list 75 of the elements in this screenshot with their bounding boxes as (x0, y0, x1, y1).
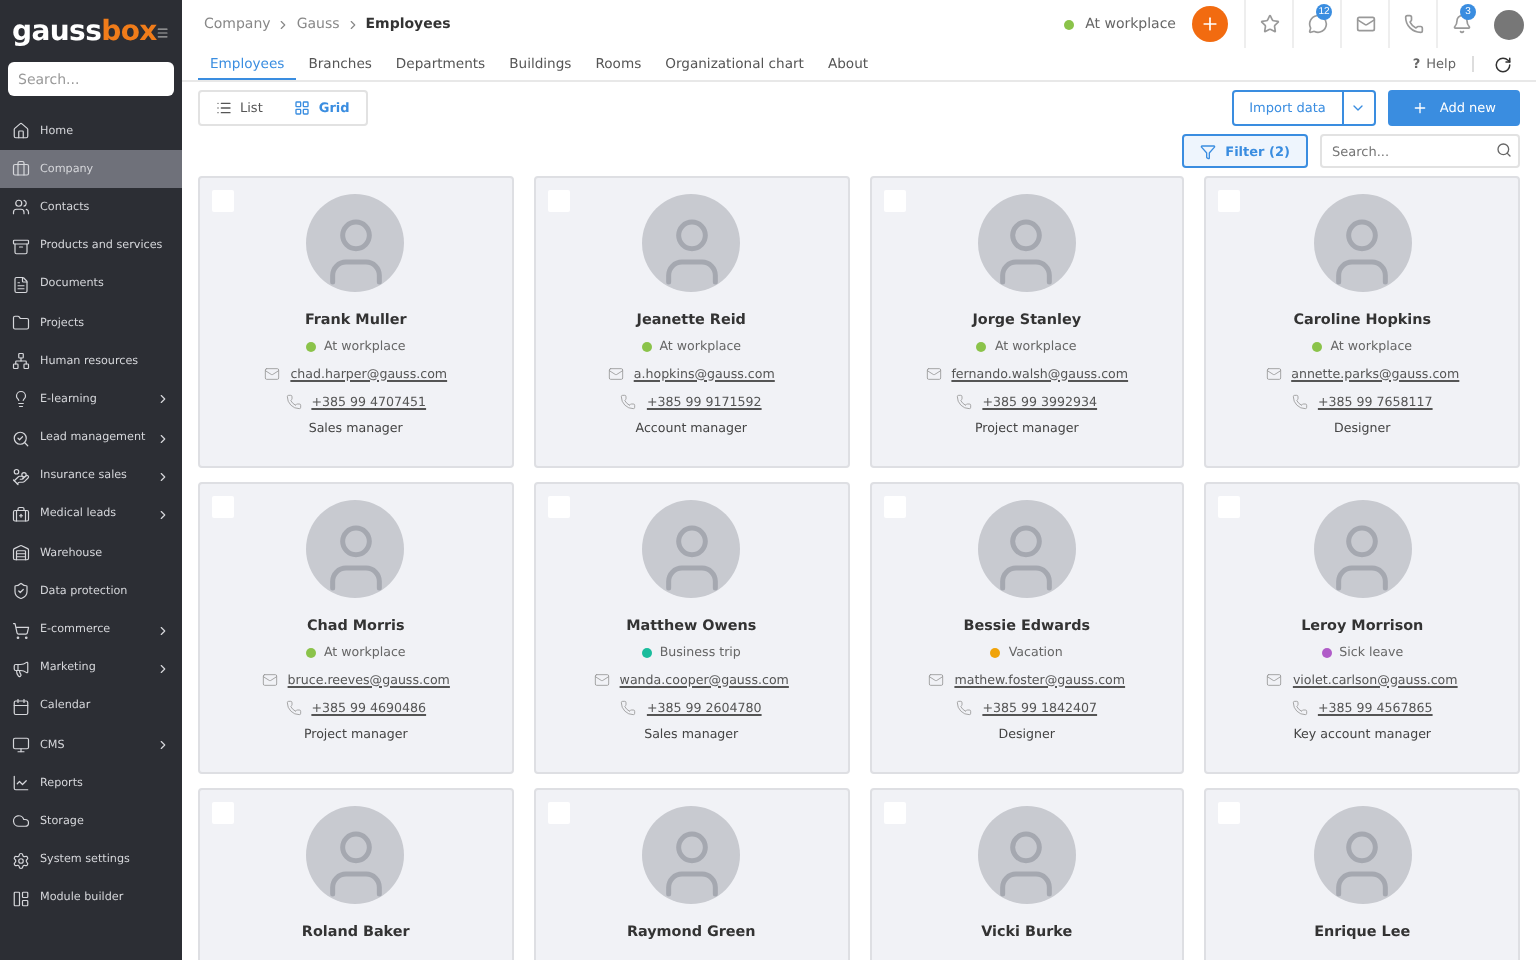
phone-icon (956, 394, 973, 410)
chevron-right-icon (345, 17, 360, 31)
menu-item-icon (12, 544, 30, 563)
mail-icon (261, 672, 278, 688)
menu-item-icon (12, 774, 30, 793)
grid-icon (294, 100, 311, 116)
menu-item-icon (12, 122, 30, 141)
bell-icon (1451, 14, 1471, 34)
avatar-placeholder (977, 500, 1076, 598)
mail-icon (607, 366, 624, 382)
phone-icon (620, 700, 637, 716)
menu-item-icon (12, 889, 30, 908)
phone-icon (1403, 14, 1423, 34)
mail-icon (1265, 366, 1282, 382)
mail-icon (593, 672, 610, 688)
avatar-placeholder (1313, 806, 1412, 904)
menu-item-icon (12, 467, 30, 486)
phone-icon (285, 394, 302, 410)
avatar-placeholder (306, 194, 405, 292)
chevron-right-icon (156, 507, 170, 522)
caret-icon (1350, 100, 1367, 116)
avatar-placeholder (1313, 194, 1412, 292)
avatar-placeholder (306, 806, 405, 904)
menu-item-icon (12, 736, 30, 755)
chevron-right-icon (156, 623, 170, 638)
mail-icon (264, 366, 281, 382)
menu-item-icon (12, 505, 30, 524)
menu-item-icon (12, 429, 30, 448)
menu-item-icon (12, 659, 30, 678)
chevron-right-icon (156, 469, 170, 484)
phone-icon (956, 700, 973, 716)
mail-icon (925, 366, 942, 382)
mail-icon (1266, 672, 1283, 688)
phone-icon (1291, 700, 1308, 716)
avatar-placeholder (1313, 500, 1412, 598)
avatar-placeholder (306, 500, 405, 598)
user-avatar[interactable] (1494, 9, 1524, 39)
dropdown-button[interactable] (1343, 90, 1376, 126)
refresh-icon (1494, 55, 1512, 73)
mail-icon (1355, 14, 1375, 34)
chevron-right-icon (156, 431, 170, 446)
chevron-right-icon (156, 661, 170, 676)
menu-item-icon (12, 352, 30, 371)
phone-icon (620, 394, 637, 410)
menu-icon[interactable] (156, 23, 170, 41)
menu-item-icon (12, 812, 30, 831)
star-icon (1259, 14, 1279, 34)
menu-item-icon (12, 198, 30, 217)
chevron-right-icon (156, 392, 170, 407)
phone-icon (285, 700, 302, 716)
avatar-placeholder (642, 500, 741, 598)
chevron-right-icon (276, 17, 291, 31)
search-icon[interactable] (1496, 142, 1512, 158)
menu-item-icon (12, 621, 30, 640)
chevron-right-icon (156, 738, 170, 753)
list-icon (216, 100, 232, 116)
logo: gaussbox (12, 16, 157, 48)
chat-icon (1307, 14, 1327, 34)
filter-icon (1199, 143, 1216, 159)
avatar-placeholder (977, 194, 1076, 292)
menu-item-icon (12, 237, 30, 256)
plus-icon (1411, 100, 1428, 116)
menu-item-icon (12, 314, 30, 333)
plus-icon (1200, 14, 1220, 34)
menu-item-icon (12, 851, 30, 870)
add-button[interactable] (1192, 6, 1228, 42)
avatar-placeholder (977, 806, 1076, 904)
avatar-placeholder (642, 806, 741, 904)
menu-item-icon (12, 582, 30, 601)
mail-icon (928, 672, 945, 688)
avatar-placeholder (642, 194, 741, 292)
menu-item-icon (12, 160, 30, 179)
phone-icon (1291, 394, 1308, 410)
menu-item-icon (12, 697, 30, 716)
menu-item-icon (12, 275, 30, 294)
